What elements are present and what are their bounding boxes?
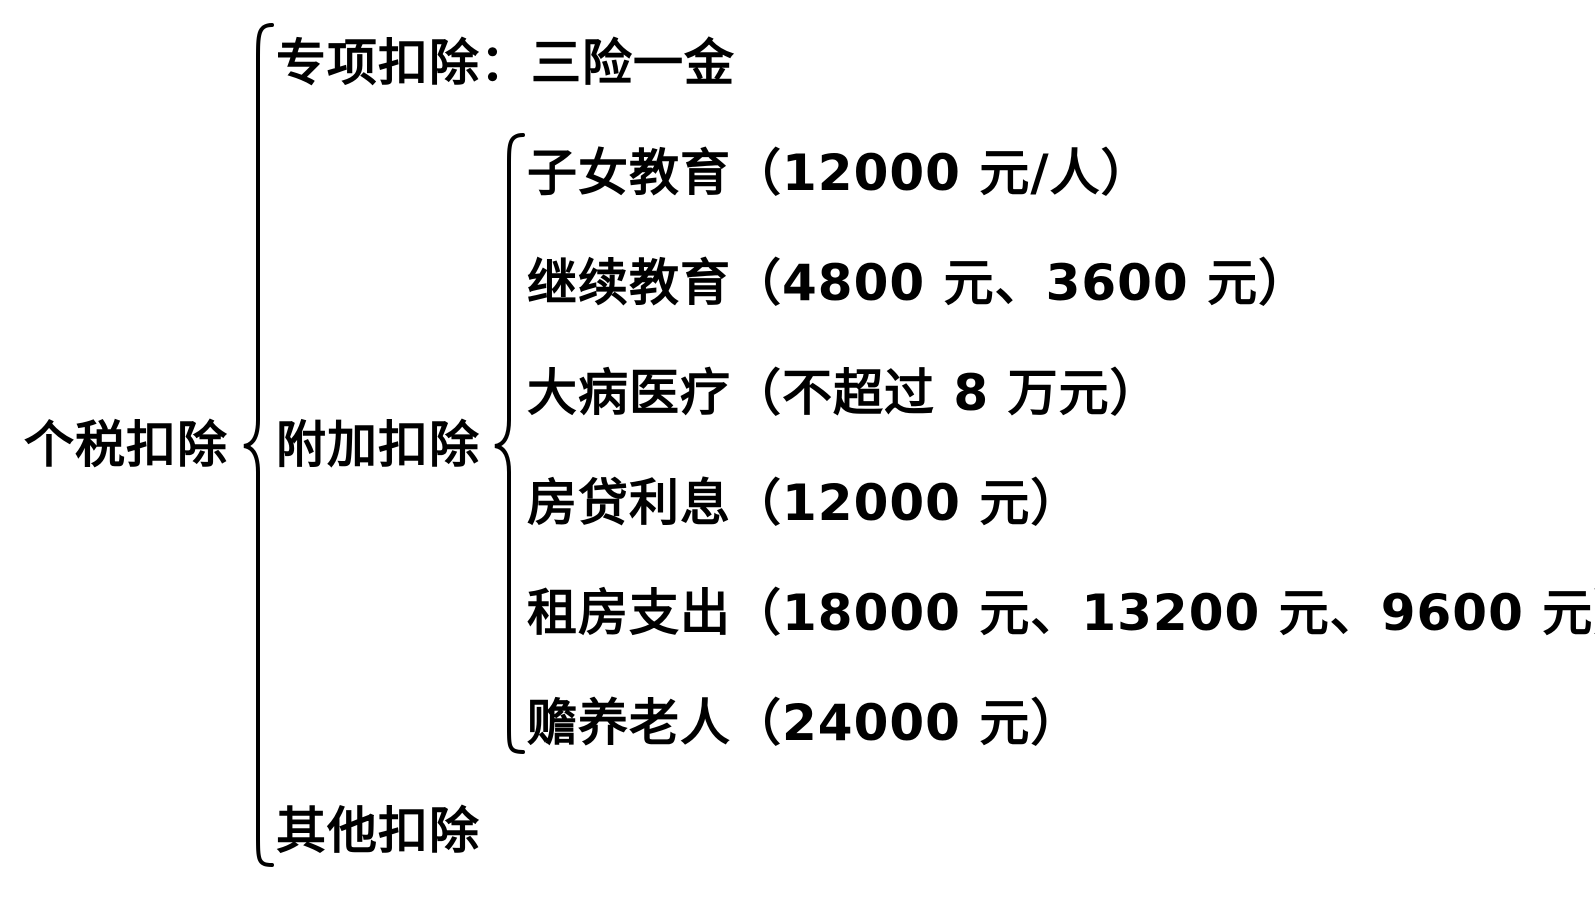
- housing-rent-item: 租房支出（18000 元、13200 元、9600 元）: [527, 584, 1595, 642]
- additional-deduction-label: 附加扣除: [276, 416, 480, 474]
- elderly-support-item: 赡养老人（24000 元）: [527, 694, 1082, 752]
- continuing-education-item: 继续教育（4800 元、3600 元）: [527, 254, 1310, 312]
- root-node-label: 个税扣除: [24, 416, 228, 474]
- special-deduction-label: 专项扣除：三险一金: [276, 34, 735, 92]
- braces: [243, 23, 525, 867]
- other-deduction-label: 其他扣除: [276, 802, 480, 860]
- inner-brace: [494, 133, 525, 754]
- mortgage-interest-item: 房贷利息（12000 元）: [527, 474, 1082, 532]
- child-education-item: 子女教育（12000 元/人）: [527, 144, 1152, 202]
- serious-illness-item: 大病医疗（不超过 8 万元）: [527, 364, 1161, 422]
- outer-brace: [243, 23, 274, 867]
